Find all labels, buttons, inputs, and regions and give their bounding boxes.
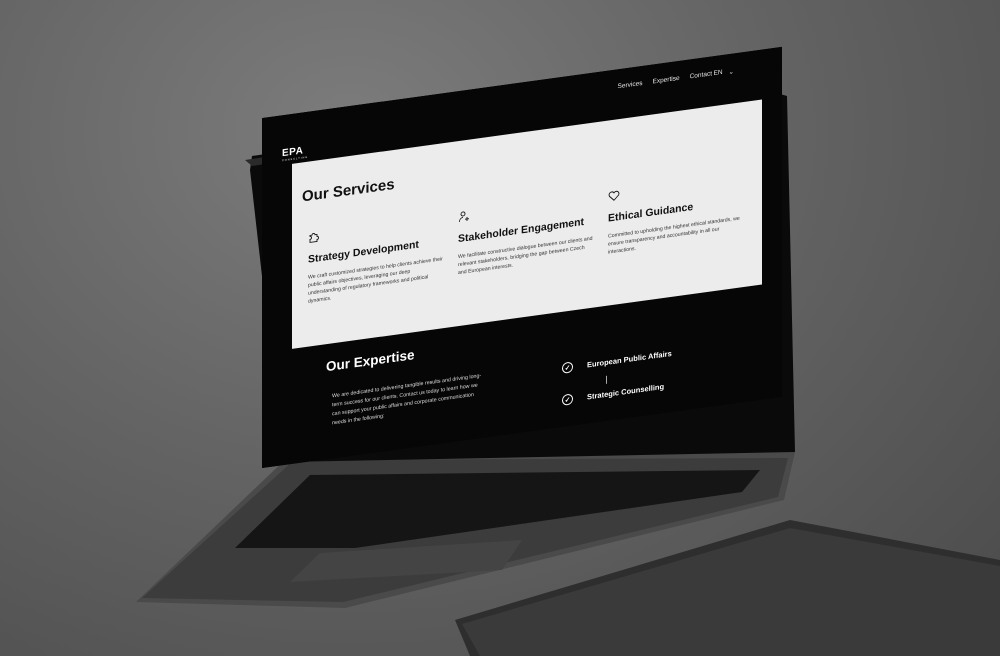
expertise-item-label: Strategic Counselling xyxy=(587,381,665,402)
services-title: Our Services xyxy=(302,175,395,206)
nav-link-expertise[interactable]: Expertise xyxy=(652,75,679,86)
nav-link-contact[interactable]: Contact xyxy=(690,70,712,80)
expertise-item-label: European Public Affairs xyxy=(587,348,672,370)
check-circle-icon: ✓ xyxy=(562,361,573,374)
laptop-screen: EPA CONSULTING Services Expertise Contact… xyxy=(262,46,782,468)
logo[interactable]: EPA CONSULTING xyxy=(282,145,308,163)
chevron-down-icon: ⌄ xyxy=(728,68,734,77)
service-card-strategy: Strategy Development We craft customized… xyxy=(308,213,443,306)
service-card-ethical: Ethical Guidance Committed to upholding … xyxy=(608,172,743,257)
heart-icon xyxy=(608,190,620,201)
language-selector[interactable]: EN ⌄ xyxy=(714,67,734,78)
service-card-stakeholder: Stakeholder Engagement We facilitate con… xyxy=(458,193,593,278)
website: EPA CONSULTING Services Expertise Contact… xyxy=(262,46,782,468)
laptop-mockup-scene: EPA CONSULTING Services Expertise Contact… xyxy=(0,0,1000,656)
expertise-title: Our Expertise xyxy=(326,347,415,375)
expertise-item[interactable]: ✓ Strategic Counselling xyxy=(562,381,664,406)
expertise-text: We are dedicated to delivering tangible … xyxy=(332,372,482,427)
divider xyxy=(606,375,607,384)
nav-links: Services Expertise Contact xyxy=(618,70,712,90)
nav-link-services[interactable]: Services xyxy=(618,80,643,90)
check-circle-icon: ✓ xyxy=(562,393,573,406)
user-plus-icon xyxy=(459,211,469,223)
language-label: EN xyxy=(713,68,723,78)
expertise-item[interactable]: ✓ European Public Affairs xyxy=(562,348,672,374)
puzzle-icon xyxy=(309,233,319,243)
